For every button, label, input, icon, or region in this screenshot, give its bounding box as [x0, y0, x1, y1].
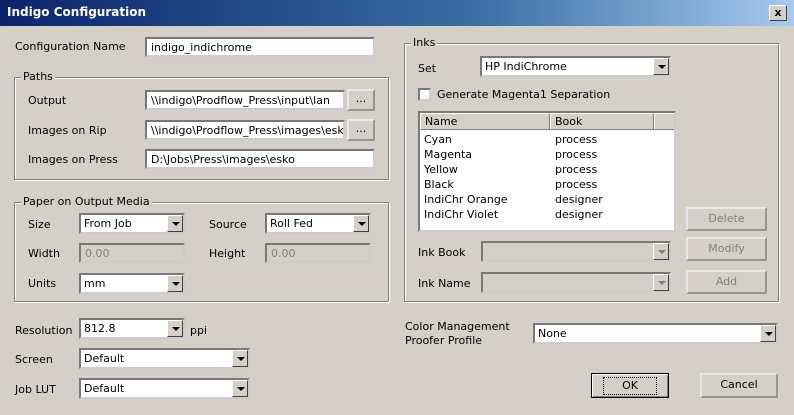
chevron-down-icon [653, 243, 669, 260]
resolution-value: 812.8 [84, 322, 116, 335]
units-label: Units [28, 277, 57, 290]
resolution-label: Resolution [15, 324, 73, 337]
chevron-down-icon [653, 274, 669, 291]
delete-button[interactable]: Delete [686, 207, 767, 231]
config-name-field[interactable]: indigo_indichrome [145, 37, 375, 57]
proofer-profile-value: None [538, 327, 567, 340]
job-lut-label: Job LUT [15, 383, 56, 396]
size-value: From Job [84, 217, 132, 230]
ink-book-label: Ink Book [418, 246, 466, 259]
cancel-button[interactable]: Cancel [700, 373, 778, 398]
job-lut-select[interactable]: Default [79, 378, 250, 399]
close-button[interactable]: x [769, 5, 787, 21]
ink-name: Yellow [424, 163, 458, 176]
ink-book: designer [555, 208, 603, 221]
chevron-down-icon[interactable] [167, 215, 183, 232]
add-button[interactable]: Add [686, 270, 767, 294]
width-field: 0.00 [79, 243, 185, 263]
ink-name: Cyan [424, 133, 452, 146]
chevron-down-icon[interactable] [167, 275, 183, 292]
ink-name: IndiChr Violet [424, 208, 499, 221]
output-label: Output [28, 94, 67, 107]
ink-book: process [555, 133, 598, 146]
color-mgmt-label-line1: Color Management [405, 320, 510, 333]
images-on-press-field[interactable]: D:\Jobs\Press\images\esko [145, 149, 375, 169]
table-row[interactable]: Magenta process [420, 148, 674, 163]
ink-name-label: Ink Name [418, 277, 471, 290]
ink-book: process [555, 148, 598, 161]
ink-list[interactable]: Name Book Cyan process Magenta process Yel… [418, 111, 676, 232]
source-label: Source [209, 218, 247, 231]
units-select[interactable]: mm [79, 273, 185, 294]
table-row[interactable]: IndiChr Orange designer [420, 193, 674, 208]
table-row[interactable]: IndiChr Violet designer [420, 208, 674, 223]
table-row[interactable]: Yellow process [420, 163, 674, 178]
inks-legend: Inks [411, 36, 438, 49]
images-on-rip-browse-button[interactable]: ... [347, 119, 375, 141]
resolution-select[interactable]: 812.8 [79, 318, 185, 339]
chevron-down-icon[interactable] [232, 350, 248, 367]
ink-book: process [555, 178, 598, 191]
resolution-unit: ppi [190, 324, 208, 337]
proofer-profile-select[interactable]: None [533, 323, 778, 344]
height-label: Height [209, 247, 246, 260]
chevron-down-icon[interactable] [760, 325, 776, 342]
ok-button[interactable]: OK [591, 373, 669, 398]
paper-legend: Paper on Output Media [21, 195, 152, 208]
size-label: Size [28, 218, 51, 231]
ink-set-select[interactable]: HP IndiChrome [480, 56, 671, 77]
chevron-down-icon[interactable] [653, 58, 669, 75]
ink-name: IndiChr Orange [424, 193, 508, 206]
ink-name: Magenta [424, 148, 473, 161]
ok-label: OK [603, 377, 657, 395]
ink-name: Black [424, 178, 454, 191]
modify-button[interactable]: Modify [686, 237, 767, 261]
images-on-rip-label: Images on Rip [28, 124, 107, 137]
screen-value: Default [84, 352, 125, 365]
screen-label: Screen [15, 353, 53, 366]
table-row[interactable]: Cyan process [420, 133, 674, 148]
output-path-field[interactable]: \\indigo\Prodflow_Press\input\lan [145, 90, 345, 110]
window-title: Indigo Configuration [7, 5, 146, 19]
height-field: 0.00 [265, 243, 371, 263]
output-browse-button[interactable]: ... [347, 89, 375, 111]
screen-select[interactable]: Default [79, 348, 250, 369]
ink-book-select [481, 241, 671, 262]
ink-set-label: Set [418, 62, 437, 75]
units-value: mm [84, 277, 106, 290]
source-value: Roll Fed [270, 217, 313, 230]
chevron-down-icon[interactable] [353, 215, 369, 232]
ink-book: designer [555, 193, 603, 206]
size-select[interactable]: From Job [79, 213, 185, 234]
ink-book: process [555, 163, 598, 176]
ink-name-select [481, 272, 671, 293]
chevron-down-icon[interactable] [167, 320, 183, 337]
magenta1-label: Generate Magenta1 Separation [437, 88, 611, 101]
job-lut-value: Default [84, 382, 125, 395]
width-label: Width [28, 247, 60, 260]
ink-set-value: HP IndiChrome [485, 60, 567, 73]
column-header-blank [654, 113, 674, 130]
config-name-label: Configuration Name [15, 40, 126, 53]
paths-legend: Paths [21, 70, 55, 83]
magenta1-checkbox[interactable] [418, 88, 431, 101]
table-row[interactable]: Black process [420, 178, 674, 193]
chevron-down-icon[interactable] [232, 380, 248, 397]
source-select[interactable]: Roll Fed [265, 213, 371, 234]
color-mgmt-label-line2: Proofer Profile [405, 334, 483, 347]
images-on-press-label: Images on Press [28, 153, 118, 166]
images-on-rip-field[interactable]: \\indigo\Prodflow_Press\images\esko [145, 120, 345, 140]
column-header-name[interactable]: Name [420, 113, 550, 130]
column-header-book[interactable]: Book [550, 113, 654, 130]
